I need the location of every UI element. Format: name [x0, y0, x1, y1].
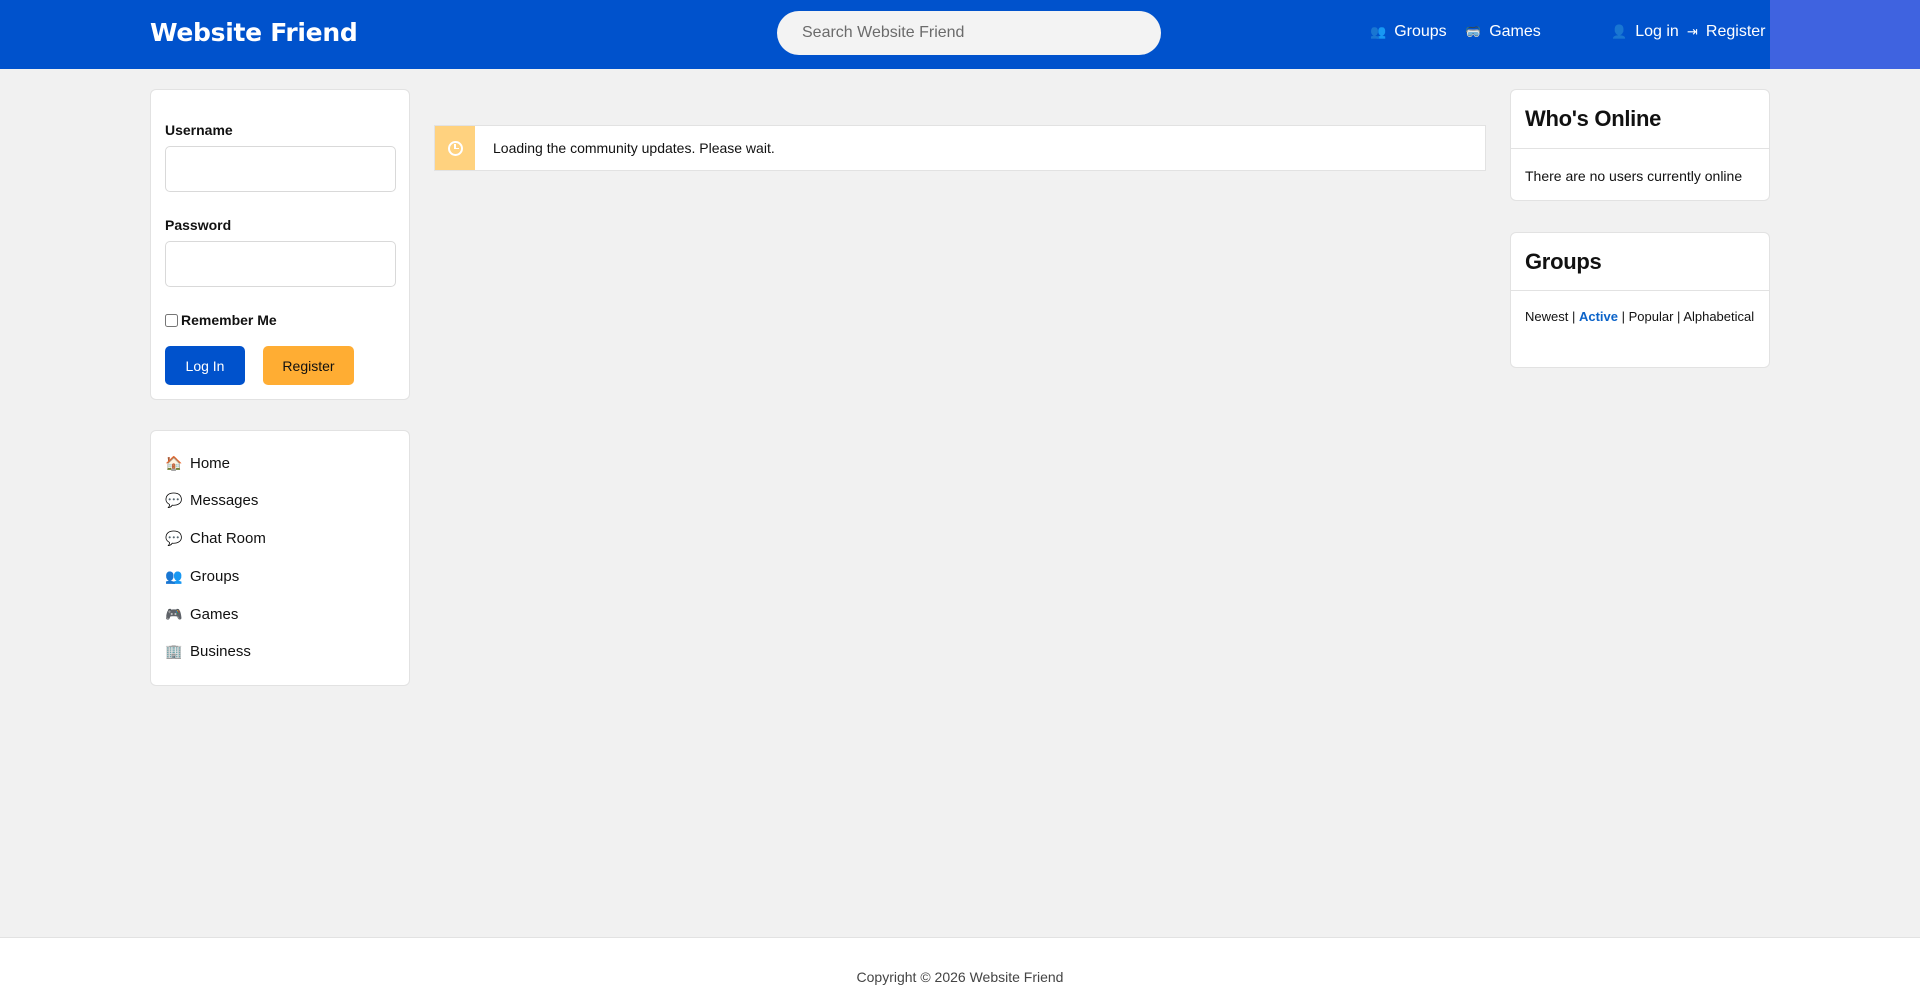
nav-groups-label: Groups [1394, 23, 1447, 40]
password-field[interactable] [165, 241, 396, 287]
main-menu: 🏠 Home 💬 Messages 💬 Chat Room 👥 Groups 🎮… [150, 430, 410, 686]
loading-alert: Loading the community updates. Please wa… [434, 125, 1486, 171]
sign-in-icon: ⇥ [1687, 24, 1698, 39]
alert-message: Loading the community updates. Please wa… [493, 140, 775, 156]
user-icon: 👤 [1611, 24, 1628, 39]
groups-panel: Groups Newest | Active | Popular | Alpha… [1510, 232, 1770, 368]
header-accent-block [1770, 0, 1920, 69]
nav-login-link[interactable]: 👤 Log in [1611, 23, 1679, 41]
clock-icon [447, 140, 463, 156]
username-field[interactable] [165, 146, 396, 192]
whos-online-panel: Who's Online There are no users currentl… [1510, 89, 1770, 201]
remember-me-label: Remember Me [181, 312, 277, 328]
nav-groups-link[interactable]: 👥 Groups [1370, 23, 1447, 41]
site-logo[interactable]: Website Friend [150, 18, 358, 47]
groups-sort-links: Newest | Active | Popular | Alphabetical [1525, 309, 1755, 324]
menu-item-messages[interactable]: 💬 Messages [165, 492, 258, 509]
search-input[interactable] [777, 11, 1161, 55]
remember-me-checkbox[interactable] [165, 313, 178, 327]
register-button[interactable]: Register [263, 346, 354, 385]
menu-item-label: Home [190, 455, 231, 472]
nav-login-label: Log in [1635, 23, 1679, 40]
groups-icon: 👥 [165, 568, 183, 584]
login-panel: Username Password Remember Me Log In Reg… [150, 89, 410, 400]
menu-item-home[interactable]: 🏠 Home [165, 455, 230, 472]
sort-active-link[interactable]: Active [1579, 309, 1618, 324]
groups-icon: 👥 [1370, 24, 1387, 39]
messages-icon: 💬 [165, 492, 183, 508]
login-button[interactable]: Log In [165, 346, 245, 385]
nav-register-label: Register [1705, 23, 1766, 40]
menu-item-games[interactable]: 🎮 Games [165, 606, 238, 623]
menu-item-business[interactable]: 🏢 Business [165, 643, 251, 660]
menu-item-label: Business [190, 643, 251, 660]
nav-register-link[interactable]: ⇥ Register [1687, 23, 1765, 41]
menu-item-label: Games [190, 606, 239, 623]
games-icon: 🥽 [1465, 24, 1482, 39]
chat-icon: 💬 [165, 530, 183, 546]
alert-icon-box [435, 126, 475, 170]
whos-online-title: Who's Online [1525, 106, 1662, 131]
divider [1511, 290, 1769, 291]
building-icon: 🏢 [165, 643, 183, 659]
menu-item-chat-room[interactable]: 💬 Chat Room [165, 530, 266, 547]
nav-games-label: Games [1489, 23, 1541, 40]
groups-title: Groups [1525, 249, 1602, 274]
sort-alphabetical-link[interactable]: Alphabetical [1683, 309, 1754, 324]
menu-item-label: Groups [190, 568, 240, 585]
gamepad-icon: 🎮 [165, 606, 183, 622]
password-label: Password [165, 217, 232, 233]
menu-item-groups[interactable]: 👥 Groups [165, 568, 239, 585]
footer: Copyright © 2026 Website Friend [0, 937, 1920, 993]
menu-item-label: Chat Room [190, 530, 266, 547]
divider [1511, 148, 1769, 149]
copyright-text: Copyright © 2026 Website Friend [856, 969, 1064, 985]
top-navigation-bar: Website Friend 👥 Groups 🥽 Games 👤 Log in… [0, 0, 1920, 69]
home-icon: 🏠 [165, 455, 183, 471]
whos-online-status: There are no users currently online [1525, 168, 1743, 184]
sort-newest-link[interactable]: Newest [1525, 309, 1568, 324]
menu-item-label: Messages [190, 492, 259, 509]
sort-popular-link[interactable]: Popular [1629, 309, 1674, 324]
username-label: Username [165, 122, 233, 138]
nav-games-link[interactable]: 🥽 Games [1465, 23, 1541, 41]
remember-me[interactable]: Remember Me [165, 312, 277, 328]
